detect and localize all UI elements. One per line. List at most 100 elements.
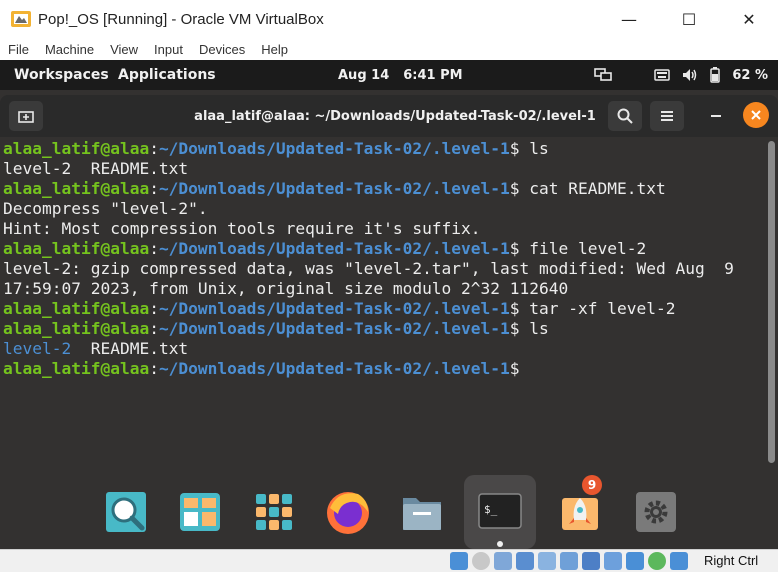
date-label: Aug 14 — [338, 67, 390, 83]
host-key-label: Right Ctrl — [704, 553, 759, 568]
terminal-minimize-button[interactable] — [703, 103, 729, 129]
command-text: tar -xf level-2 — [519, 299, 676, 318]
terminal-prompt-line: alaa_latif@alaa:~/Downloads/Updated-Task… — [3, 319, 734, 339]
prompt-path: ~/Downloads/Updated-Task-02/.level-1 — [158, 139, 510, 158]
dock-firefox[interactable] — [312, 475, 384, 549]
clock[interactable]: Aug 14 6:41 PM — [338, 60, 463, 90]
terminal-prompt-line: alaa_latif@alaa:~/Downloads/Updated-Task… — [3, 179, 734, 199]
battery-percentage: 62 % — [732, 67, 768, 83]
video-capture-icon[interactable] — [604, 552, 622, 570]
terminal-prompt-line: alaa_latif@alaa:~/Downloads/Updated-Task… — [3, 239, 734, 259]
prompt-user: alaa_latif@alaa — [3, 139, 150, 158]
terminal-prompt-line: alaa_latif@alaa:~/Downloads/Updated-Task… — [3, 139, 734, 159]
menu-help[interactable]: Help — [253, 42, 296, 57]
prompt-user: alaa_latif@alaa — [3, 179, 150, 198]
terminal-close-button[interactable] — [743, 102, 769, 128]
new-tab-button[interactable] — [9, 101, 43, 131]
hamburger-menu-button[interactable] — [650, 101, 684, 131]
close-icon: ✕ — [742, 9, 756, 29]
terminal-prompt-line: alaa_latif@alaa:~/Downloads/Updated-Task… — [3, 359, 734, 379]
output-text: level-2 README.txt — [3, 159, 189, 178]
menu-machine[interactable]: Machine — [37, 42, 102, 57]
vbox-statusbar: Right Ctrl — [0, 549, 778, 572]
prompt-separator: : — [149, 299, 159, 318]
hard-disk-icon[interactable] — [450, 552, 468, 570]
prompt-dollar: $ — [509, 139, 520, 158]
menu-view[interactable]: View — [102, 42, 146, 57]
status-icons — [450, 552, 688, 570]
optical-drive-icon[interactable] — [472, 552, 490, 570]
terminal-output-line: level-2 README.txt — [3, 339, 734, 359]
prompt-separator: : — [149, 139, 159, 158]
terminal-output-line: level-2: gzip compressed data, was "leve… — [3, 259, 734, 279]
minimize-icon: — — [621, 9, 637, 29]
close-window-button[interactable]: ✕ — [720, 0, 778, 38]
menu-file[interactable]: File — [0, 42, 37, 57]
workspaces-button[interactable]: Workspaces — [14, 60, 109, 90]
prompt-dollar: $ — [509, 319, 520, 338]
dock-files[interactable] — [386, 475, 458, 549]
virtualization-icon[interactable] — [626, 552, 644, 570]
prompt-dollar: $ — [509, 299, 520, 318]
prompt-separator: : — [149, 179, 159, 198]
dock-settings[interactable] — [620, 475, 692, 549]
network-icon[interactable] — [516, 552, 534, 570]
output-text: Hint: Most compression tools require it'… — [3, 219, 481, 238]
audio-icon[interactable] — [494, 552, 512, 570]
guest-additions-icon[interactable] — [648, 552, 666, 570]
command-text: cat README.txt — [519, 179, 666, 198]
dock-system-search[interactable] — [90, 475, 162, 549]
search-button[interactable] — [608, 101, 642, 131]
command-text: ls — [519, 319, 549, 338]
prompt-dollar: $ — [509, 239, 520, 258]
prompt-user: alaa_latif@alaa — [3, 359, 150, 378]
system-tray[interactable]: 62 % — [594, 60, 768, 90]
vbox-menubar: File Machine View Input Devices Help — [0, 38, 778, 60]
menu-input[interactable]: Input — [146, 42, 191, 57]
terminal-output-line: 17:59:07 2023, from Unix, original size … — [3, 279, 734, 299]
shared-folders-icon[interactable] — [560, 552, 578, 570]
prompt-separator: : — [149, 359, 159, 378]
menu-devices[interactable]: Devices — [191, 42, 253, 57]
terminal-output-line: Hint: Most compression tools require it'… — [3, 219, 734, 239]
guest-screen: Workspaces Applications Aug 14 6:41 PM 6… — [0, 60, 778, 549]
prompt-separator: : — [149, 239, 159, 258]
applications-button[interactable]: Applications — [118, 60, 216, 90]
minimize-button[interactable]: — — [600, 0, 658, 38]
terminal-title: alaa_latif@alaa: ~/Downloads/Updated-Tas… — [194, 108, 596, 124]
terminal-prompt-line: alaa_latif@alaa:~/Downloads/Updated-Task… — [3, 299, 734, 319]
output-text: Decompress "level-2". — [3, 199, 208, 218]
hamburger-icon — [661, 111, 673, 121]
prompt-path: ~/Downloads/Updated-Task-02/.level-1 — [158, 179, 510, 198]
mouse-integration-icon[interactable] — [670, 552, 688, 570]
prompt-path: ~/Downloads/Updated-Task-02/.level-1 — [158, 299, 510, 318]
terminal-output-line: level-2 README.txt — [3, 159, 734, 179]
dock-app-grid[interactable] — [238, 475, 310, 549]
vbox-titlebar: Pop!_OS [Running] - Oracle VM VirtualBox… — [0, 0, 778, 38]
search-icon — [617, 108, 633, 124]
prompt-dollar: $ — [509, 179, 520, 198]
command-text: file level-2 — [519, 239, 647, 258]
display-settings-icon[interactable] — [582, 552, 600, 570]
magnifier-app-icon — [106, 492, 146, 532]
prompt-path: ~/Downloads/Updated-Task-02/.level-1 — [158, 239, 510, 258]
prompt-user: alaa_latif@alaa — [3, 319, 150, 338]
dock-pop-shop[interactable] — [164, 475, 236, 549]
output-text: 17:59:07 2023, from Unix, original size … — [3, 279, 569, 298]
maximize-button[interactable]: ☐ — [660, 0, 718, 38]
keyboard-icon — [654, 69, 671, 81]
command-text: ls — [519, 139, 549, 158]
file-entry: README.txt — [71, 339, 189, 358]
dock-software-updates[interactable]: 9 — [544, 475, 616, 549]
rocket-updates-icon — [562, 498, 598, 530]
usb-icon[interactable] — [538, 552, 556, 570]
dock: $_ 9 — [90, 471, 690, 549]
app-grid-icon — [256, 494, 292, 530]
terminal-scrollbar[interactable] — [768, 141, 775, 463]
dock-terminal[interactable]: $_ — [464, 475, 536, 549]
pop-shop-icon — [180, 493, 220, 531]
updates-badge: 9 — [582, 475, 602, 495]
new-tab-icon — [18, 111, 34, 123]
battery-icon — [710, 67, 721, 83]
prompt-path: ~/Downloads/Updated-Task-02/.level-1 — [158, 359, 510, 378]
